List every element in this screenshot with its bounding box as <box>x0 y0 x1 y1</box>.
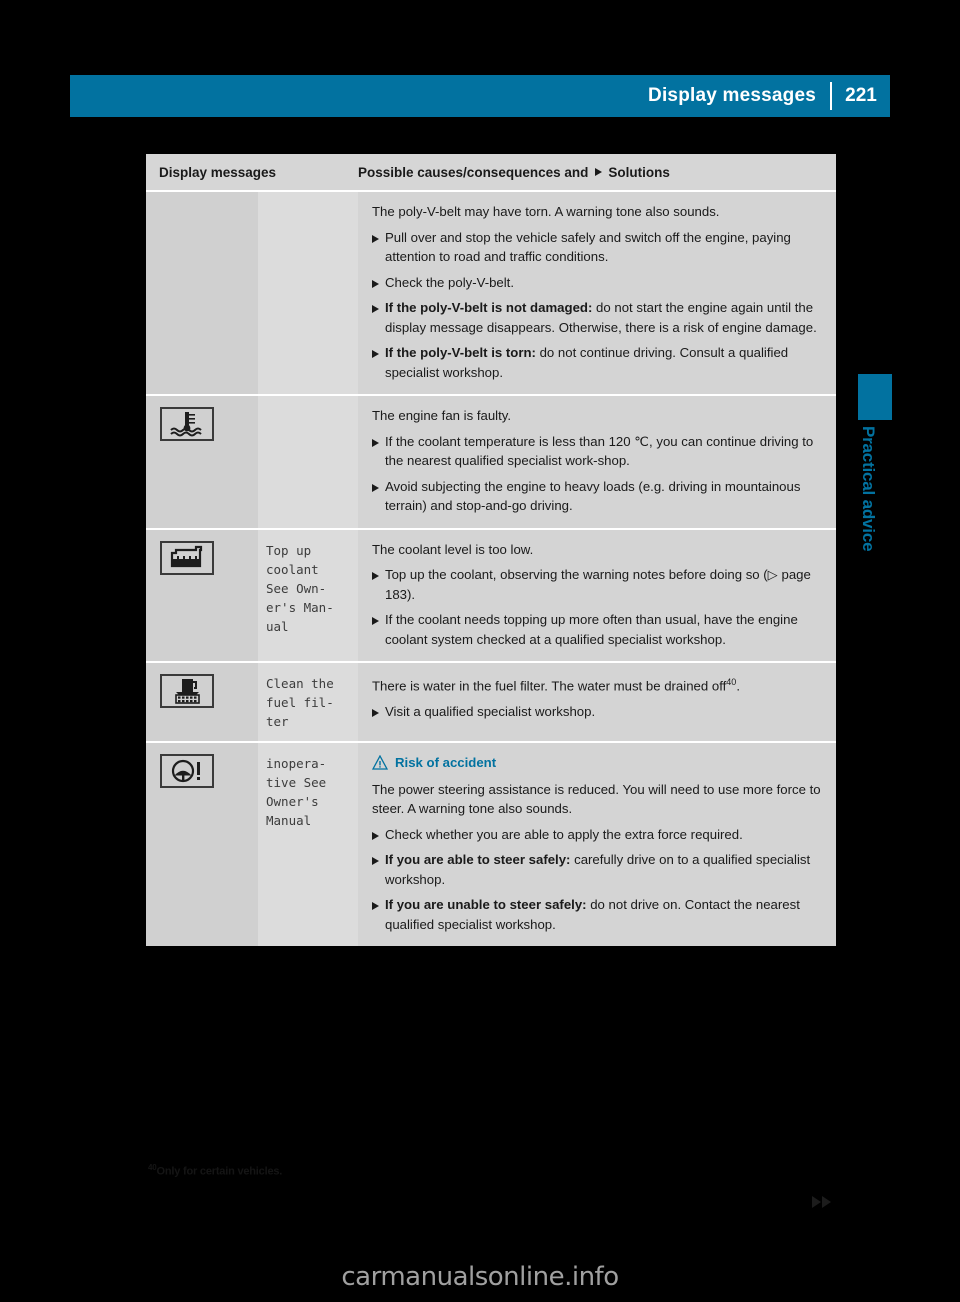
row-body-cell: There is water in the fuel filter. The w… <box>358 663 836 741</box>
bullet-text: If the poly-V-belt is torn: do not conti… <box>385 343 824 382</box>
bullet-text: Avoid subjecting the engine to heavy loa… <box>385 478 801 514</box>
row-body-cell: Risk of accident The power steering assi… <box>358 743 836 946</box>
steering-wheel-warning-icon <box>160 754 214 788</box>
coolant-reservoir-icon <box>160 540 214 575</box>
row-bullet: Top up the coolant, observing the warnin… <box>372 565 824 604</box>
row-message-cell: inopera- tive See Owner's Manual <box>258 743 358 946</box>
bullet-text: Check whether you are able to apply the … <box>385 826 743 842</box>
row-icon-cell <box>146 396 258 528</box>
table-row: The poly-V-belt may have torn. A warning… <box>146 192 836 396</box>
bullet-triangle-icon <box>372 572 379 580</box>
row-bullet: If the poly-V-belt is torn: do not conti… <box>372 343 824 382</box>
row-bullet: If you are unable to steer safely: do no… <box>372 895 824 934</box>
coolant-temperature-icon <box>160 407 214 441</box>
arrow-right-icon-2 <box>822 1196 831 1208</box>
row-bullet: If the coolant needs topping up more oft… <box>372 610 824 649</box>
warning-block: Risk of accident <box>372 753 824 773</box>
row-body-cell: The coolant level is too low. Top up the… <box>358 529 836 661</box>
bullet-triangle-icon <box>372 350 379 358</box>
coolant-temperature-glyph <box>170 412 202 437</box>
row-intro-text: The engine fan is faulty. <box>372 408 512 423</box>
bullet-triangle-icon <box>372 279 379 288</box>
table-row: Clean the fuel fil- ter There is water i… <box>146 663 836 743</box>
warning-label: Risk of accident <box>395 755 497 770</box>
row-intro-text: The poly-V-belt may have torn. A warning… <box>372 204 720 219</box>
bullet-text: If the coolant temperature is less than … <box>385 433 814 469</box>
table-row: Top up coolant See Own- er's Man- ual Th… <box>146 529 836 663</box>
bullet-text: Check the poly-V-belt. <box>385 274 515 290</box>
fuel-filter-glyph <box>175 679 200 704</box>
page-header-bar: Display messages 221 <box>70 75 890 117</box>
row-bullet: If you are able to steer safely: careful… <box>372 850 824 889</box>
footnote-marker: 40 <box>148 1163 157 1172</box>
steering-wheel-glyph <box>171 759 200 783</box>
column-header-solutions-text: Solutions <box>608 164 670 180</box>
footnote-ref: 40 <box>726 677 737 687</box>
bullet-text: If the poly-V-belt is not damaged: do no… <box>385 298 824 337</box>
row-bullet: If the coolant temperature is less than … <box>372 432 824 471</box>
row-message-cell: Top up coolant See Own- er's Man- ual <box>258 529 358 661</box>
bullet-triangle-icon <box>372 483 379 492</box>
bullet-text: If you are unable to steer safely: do no… <box>385 895 824 934</box>
bullet-text: If the coolant needs topping up more oft… <box>385 612 798 647</box>
row-body-cell: The poly-V-belt may have torn. A warning… <box>358 192 836 394</box>
bullet-triangle-icon <box>372 617 379 625</box>
row-bullet: Visit a qualified specialist workshop. <box>372 702 824 722</box>
column-header-display-messages: Display messages <box>159 164 277 180</box>
row-bullet: Check whether you are able to apply the … <box>372 825 824 845</box>
row-bullet: If the poly-V-belt is not damaged: do no… <box>372 298 824 337</box>
warning-triangle-icon <box>372 755 388 770</box>
coolant-reservoir-glyph <box>170 545 203 567</box>
bullet-bold-lead: If the poly-V-belt is torn: <box>385 345 536 360</box>
bullet-bold-lead: If the poly-V-belt is not damaged: <box>385 300 593 315</box>
page-number: 221 <box>845 85 877 106</box>
row-message-cell <box>258 192 358 394</box>
bullet-triangle-icon <box>372 831 379 840</box>
bullet-triangle-icon <box>372 902 379 910</box>
bullet-triangle-icon <box>372 438 379 447</box>
solution-triangle-icon <box>595 168 603 176</box>
row-bullet: Check the poly-V-belt. <box>372 273 824 293</box>
row-message-cell <box>258 396 358 528</box>
row-bullet: Avoid subjecting the engine to heavy loa… <box>372 477 824 516</box>
row-body-cell: The engine fan is faulty. If the coolant… <box>358 396 836 528</box>
row-intro-text: The coolant level is too low. <box>372 541 534 557</box>
bullet-bold-lead: If you are able to steer safely: <box>385 852 571 867</box>
row-icon-cell <box>146 192 258 394</box>
table-header-row: Display messages Possible causes/consequ… <box>146 154 836 192</box>
row-bullet: Pull over and stop the vehicle safely an… <box>372 228 824 267</box>
row-message-cell: Clean the fuel fil- ter <box>258 663 358 741</box>
bullet-triangle-icon <box>372 857 379 865</box>
fuel-filter-icon <box>160 674 214 708</box>
section-tab-block <box>858 374 892 420</box>
bullet-triangle-icon <box>372 708 379 717</box>
row-intro-text: There is water in the fuel filter. The w… <box>372 673 824 696</box>
row-icon-cell <box>146 743 258 946</box>
column-header-causes-text: Possible causes/consequences and <box>358 164 589 180</box>
bullet-triangle-icon <box>372 234 379 243</box>
bullet-text: Pull over and stop the vehicle safely an… <box>385 229 791 265</box>
row-intro-tail: . <box>736 678 740 694</box>
column-header-causes-solutions: Possible causes/consequences and Solutio… <box>358 165 836 180</box>
bullet-text: Visit a qualified specialist workshop. <box>385 703 596 719</box>
row-icon-cell <box>146 529 258 661</box>
row-icon-cell <box>146 663 258 741</box>
bullet-triangle-icon <box>372 305 379 313</box>
site-watermark: carmanualsonline.info <box>341 1262 619 1292</box>
row-intro-text: The power steering assistance is reduced… <box>372 781 821 817</box>
page-title: Display messages <box>648 85 816 106</box>
display-messages-table: Display messages Possible causes/consequ… <box>146 154 836 946</box>
table-row: inopera- tive See Owner's Manual Risk of… <box>146 743 836 946</box>
bullet-text: If you are able to steer safely: careful… <box>385 850 824 889</box>
arrow-right-icon-1 <box>812 1196 821 1208</box>
row-intro-main: There is water in the fuel filter. The w… <box>372 678 727 694</box>
footnote-text: Only for certain vehicles. <box>156 1165 283 1178</box>
next-page-arrows-icon <box>812 1196 831 1208</box>
page-footnote: 40Only for certain vehicles. <box>148 1163 282 1178</box>
table-row: The engine fan is faulty. If the coolant… <box>146 396 836 530</box>
bullet-bold-lead: If you are unable to steer safely: <box>385 897 587 912</box>
bullet-text: Top up the coolant, observing the warnin… <box>385 567 811 602</box>
